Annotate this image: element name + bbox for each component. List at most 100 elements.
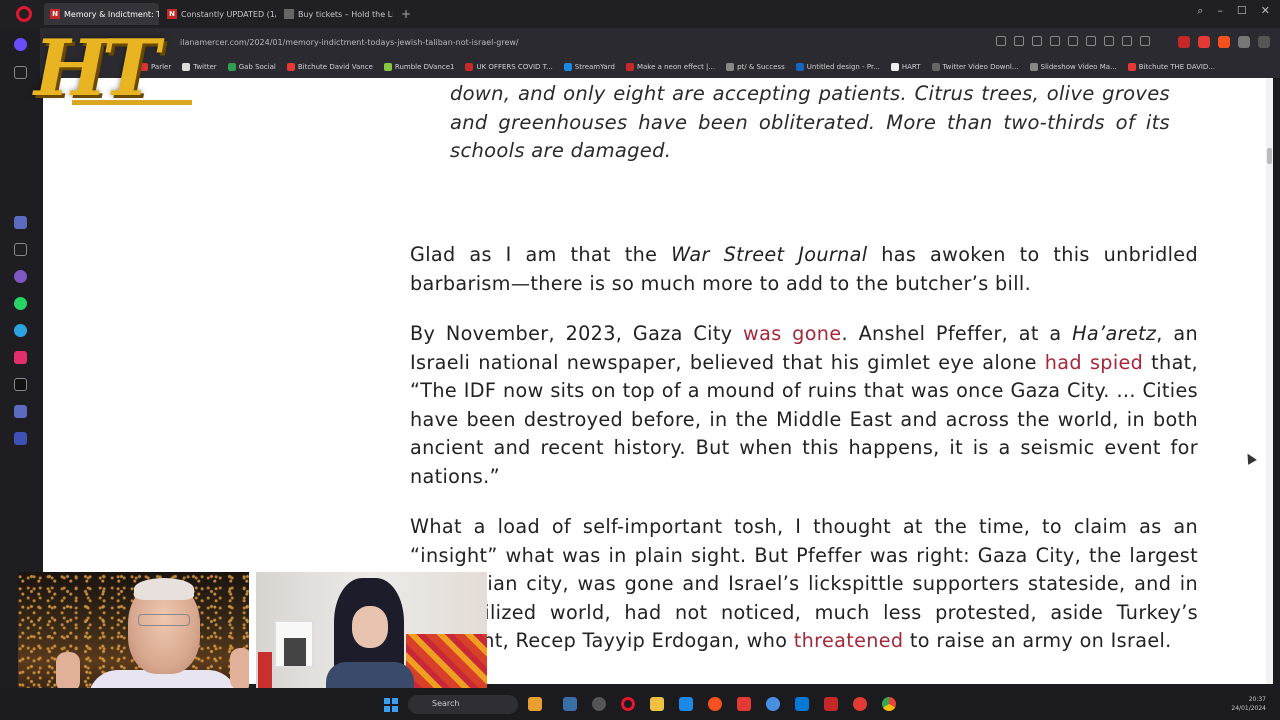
tab-title: Memory & Indictment: To [64,9,159,19]
telegram-icon[interactable] [14,324,27,337]
host-right-hand [230,648,249,690]
bookmark-item[interactable]: Make a neon effect |... [625,63,715,71]
menu-icon[interactable] [1140,36,1150,46]
x-twitter-icon[interactable] [14,378,27,391]
extension-icon[interactable] [1198,36,1210,48]
opera-logo-icon[interactable] [16,6,32,22]
article-paragraph-2: By November, 2023, Gaza City was gone. A… [410,322,1199,488]
tab-constantly-updated[interactable]: N Constantly UPDATED (1/1 [161,3,276,25]
tab-title: Constantly UPDATED (1/1 [181,9,276,19]
new-tab-plus-icon[interactable]: + [401,7,411,21]
minimize-icon[interactable]: – [1217,4,1223,18]
logo-underline [72,100,192,105]
extension-icon[interactable] [1238,36,1250,48]
address-bar-actions [996,36,1150,46]
close-icon[interactable]: ✕ [1261,4,1270,18]
sidebar-app-icon[interactable] [14,405,27,418]
streamyard-icon [563,63,572,71]
heart-icon[interactable] [1104,36,1114,46]
taskbar-app-icon[interactable] [737,697,751,711]
bookmark-item[interactable]: UK OFFERS COVID T... [465,63,553,71]
link-was-gone[interactable]: was gone [743,322,841,345]
bitchute-icon [1127,63,1136,71]
rumble-icon [383,63,392,71]
bookmark-item[interactable]: Untitled design - Pr... [795,63,880,71]
bookmark-item[interactable]: pt/ & Success [726,63,785,71]
taskbar-search[interactable]: Search [408,695,518,714]
url-field[interactable]: ilanamercer.com/2024/01/memory-indictmen… [180,38,519,47]
maximize-icon[interactable]: ☐ [1237,4,1247,18]
extension-icon[interactable] [1218,36,1230,48]
file-explorer-icon[interactable] [650,697,664,711]
tab-favicon-icon: N [50,9,60,19]
article-paragraph-1: Glad as I am that the War Street Journal… [410,243,1198,295]
tab-bar: N Memory & Indictment: To N Constantly U… [0,0,1280,28]
link-had-spied[interactable]: had spied [1045,351,1143,374]
page-scrollbar[interactable] [1266,78,1273,684]
extensions-bar [1178,36,1270,48]
bookmark-favicon-icon [625,63,634,71]
system-clock[interactable]: 20:37 24/01/2024 [1231,695,1266,713]
snapshot-icon[interactable] [996,36,1006,46]
opera-taskbar-icon[interactable] [621,697,635,711]
search-tabs-icon[interactable]: ⌕ [1197,4,1203,18]
blockquote: down, and only eight are accepting patie… [450,82,1170,162]
translate-icon[interactable] [1032,36,1042,46]
bookmark-favicon-icon [931,63,940,71]
tab-memory-indictment[interactable]: N Memory & Indictment: To [44,3,159,25]
bookmark-item[interactable]: Bitchute THE DAVID... [1127,63,1215,71]
chrome-icon[interactable] [882,697,896,711]
download-icon[interactable] [1122,36,1132,46]
outlook-icon[interactable] [795,697,809,711]
bookmark-item[interactable]: Gab Social [227,63,276,71]
camera-icon[interactable] [1050,36,1060,46]
extension-icon[interactable] [1178,36,1190,48]
taskbar-app-icon[interactable] [853,697,867,711]
taskbar-app-icon[interactable] [592,697,606,711]
aria-icon[interactable] [14,216,27,229]
whatsapp-icon[interactable] [14,297,27,310]
bookmark-item[interactable]: StreamYard [563,63,615,71]
address-bar: ilanamercer.com/2024/01/memory-indictmen… [40,28,1280,56]
taskbar-app-icon[interactable] [528,697,542,711]
windows-taskbar: Search 20:37 24/01/2024 [0,688,1280,720]
fireplace-opening [284,638,306,666]
tab-title: Buy tickets – Hold the Lin [298,9,393,19]
messenger-icon[interactable] [14,270,27,283]
bookmark-favicon-icon [890,63,899,71]
gab-icon [227,63,236,71]
windows-start-icon[interactable] [384,698,398,712]
canva-icon [795,63,804,71]
bookmark-item[interactable]: HART [890,63,921,71]
bookmark-favicon-icon [726,63,735,71]
zoom-icon[interactable] [1014,36,1024,46]
scrollbar-thumb[interactable] [1267,148,1272,164]
bookmark-item[interactable]: Bitchute David Vance [286,63,373,71]
home-icon[interactable] [14,66,27,79]
clock-time: 20:37 [1248,696,1266,703]
workspace-icon[interactable] [14,38,27,51]
firefox-icon[interactable] [708,697,722,711]
guest-face [352,606,388,648]
task-view-icon[interactable] [563,697,577,711]
player-icon[interactable] [14,432,27,445]
host-left-hand [56,652,80,692]
taskbar-app-icon[interactable] [766,697,780,711]
bookmark-item[interactable]: Twitter Video Downl... [931,63,1019,71]
bookmark-item[interactable]: Slideshow Video Ma... [1029,63,1117,71]
tab-buy-tickets[interactable]: Buy tickets – Hold the Lin [278,3,393,25]
profile-icon[interactable] [1258,36,1270,48]
taskbar-app-icon[interactable] [679,697,693,711]
bookmark-item[interactable]: Twitter [182,63,217,71]
settings-icon[interactable] [1068,36,1078,46]
fireplace [274,620,314,668]
tab-favicon-icon [284,9,294,19]
channel-logo: HT [34,26,192,116]
instagram-icon[interactable] [14,351,27,364]
shopping-icon[interactable] [14,243,27,256]
play-icon[interactable] [1086,36,1096,46]
taskbar-app-icon[interactable] [824,697,838,711]
link-threatened[interactable]: threatened [794,629,904,652]
bookmark-item[interactable]: Rumble DVance1 [383,63,454,71]
webcam-guest [256,572,487,700]
